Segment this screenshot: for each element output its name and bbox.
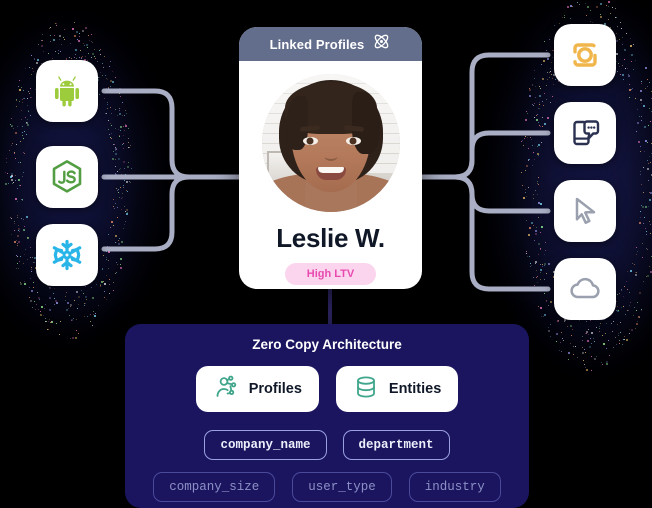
phone-message-icon — [567, 115, 603, 151]
field-chip[interactable]: department — [343, 430, 450, 460]
destination-tile-cursor[interactable] — [554, 180, 616, 242]
field-chips-primary: company_name department — [204, 430, 449, 460]
instagram-camera-icon — [567, 37, 603, 73]
field-chip[interactable]: company_name — [204, 430, 326, 460]
person-name: Leslie W. — [276, 223, 385, 254]
database-icon — [353, 374, 379, 405]
mouse-pointer-icon — [568, 194, 602, 228]
field-chip[interactable]: user_type — [292, 472, 392, 502]
source-tile-nodejs[interactable] — [36, 146, 98, 208]
atom-icon — [372, 32, 391, 56]
card-body: Leslie W. High LTV — [239, 61, 422, 289]
field-chip[interactable]: industry — [409, 472, 501, 502]
architecture-panel: Zero Copy Architecture Profiles Entities… — [125, 324, 529, 508]
destination-tile-instagram[interactable] — [554, 24, 616, 86]
cloud-icon — [567, 271, 603, 307]
card-title: Linked Profiles — [270, 37, 365, 52]
destination-tile-cloud[interactable] — [554, 258, 616, 320]
avatar — [262, 74, 400, 212]
nodejs-icon — [48, 158, 86, 196]
source-tile-android[interactable] — [36, 60, 98, 122]
profile-network-icon — [213, 374, 239, 405]
source-tile-snowflake[interactable] — [36, 224, 98, 286]
panel-title: Zero Copy Architecture — [252, 337, 402, 352]
diagram-canvas: Linked Profiles Leslie W. High LTV Zero … — [0, 0, 652, 508]
status-badge: High LTV — [285, 263, 376, 285]
field-chips-secondary: company_size user_type industry — [153, 472, 501, 502]
linked-profiles-card[interactable]: Linked Profiles Leslie W. High LTV — [239, 27, 422, 289]
card-header: Linked Profiles — [239, 27, 422, 61]
entity-card-profiles[interactable]: Profiles — [196, 366, 319, 412]
android-icon — [49, 73, 85, 109]
entity-card-entities[interactable]: Entities — [336, 366, 458, 412]
snowflake-icon — [49, 237, 85, 273]
entity-label-profiles: Profiles — [249, 381, 302, 397]
entity-label-entities: Entities — [389, 381, 441, 397]
entity-cards: Profiles Entities — [196, 366, 459, 412]
field-chip[interactable]: company_size — [153, 472, 275, 502]
destination-tile-sms[interactable] — [554, 102, 616, 164]
